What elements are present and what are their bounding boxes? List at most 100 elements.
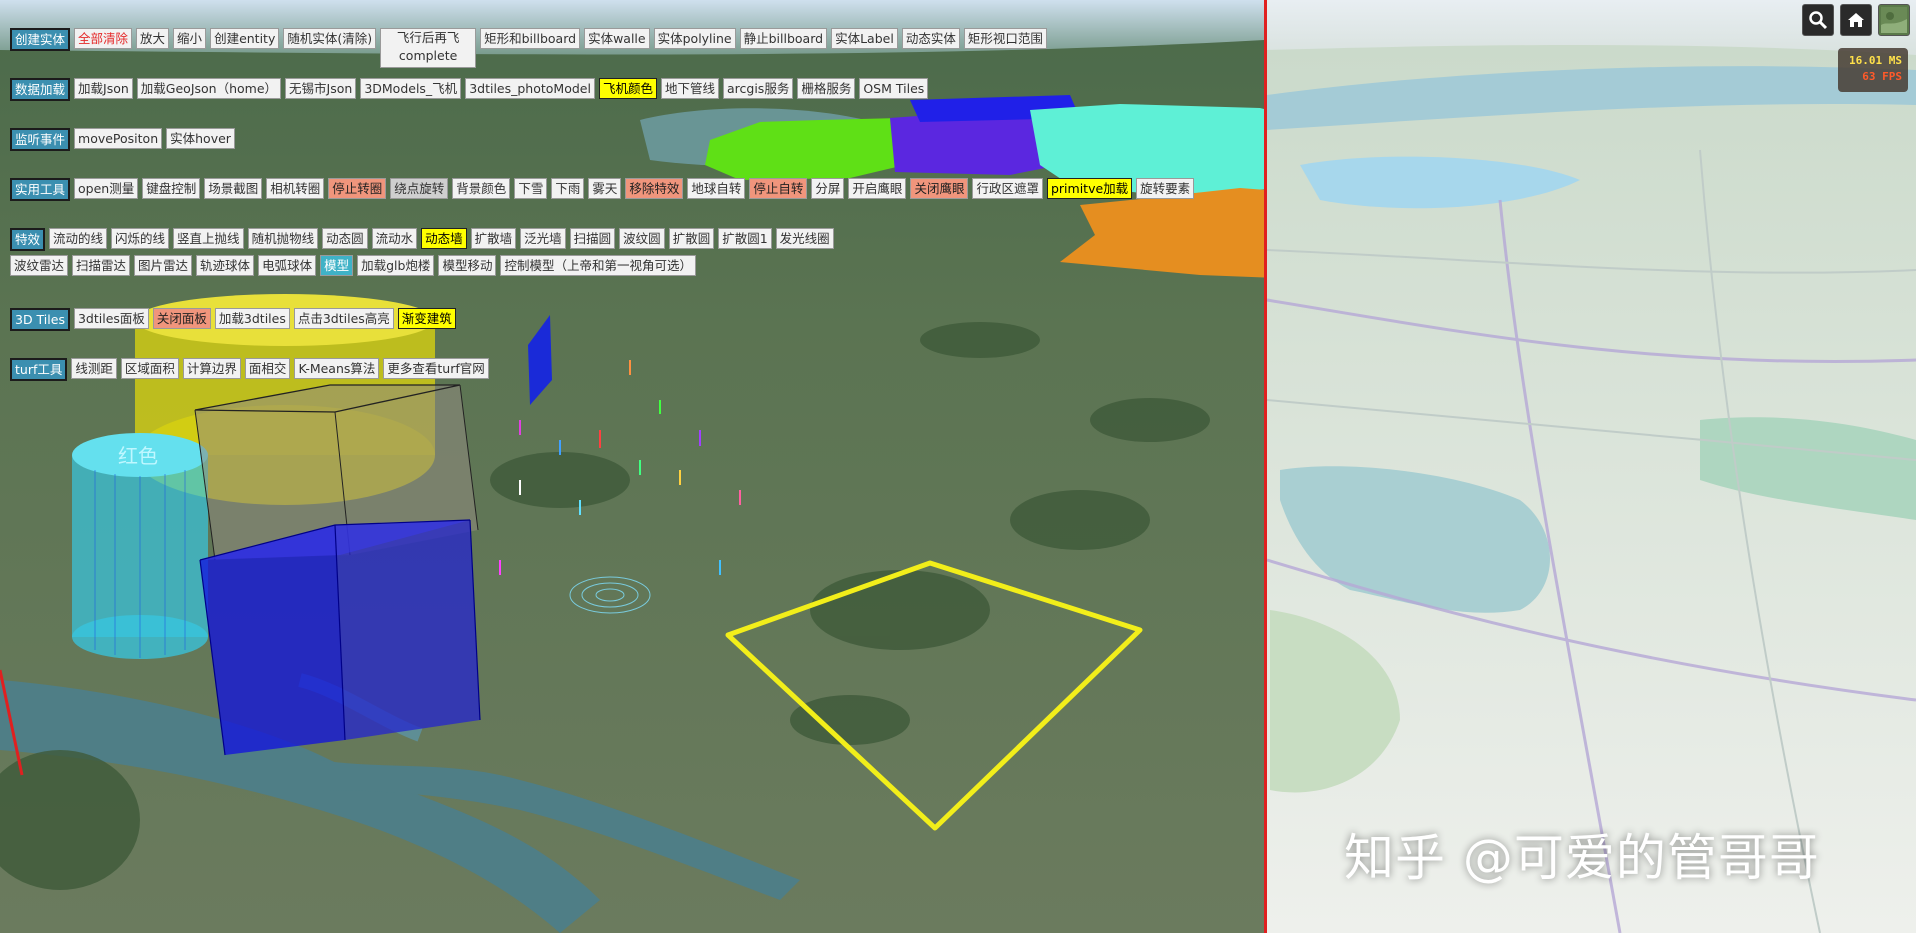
rectangle-billboard-button[interactable]: 矩形和billboard <box>480 28 581 49</box>
compute-bounds-button[interactable]: 计算边界 <box>182 358 241 379</box>
home-icon[interactable] <box>1840 4 1872 36</box>
earth-rotation-button[interactable]: 地球自转 <box>687 178 746 199</box>
rotate-feature-button[interactable]: 旋转要素 <box>1136 178 1195 199</box>
underground-pipeline-button[interactable]: 地下管线 <box>660 78 719 99</box>
load-glb-tower-button[interactable]: 加载glb炮楼 <box>357 255 435 276</box>
kmeans-button[interactable]: K-Means算法 <box>294 358 380 379</box>
row-label-effects: 特效 <box>10 228 46 251</box>
search-icon[interactable] <box>1802 4 1834 36</box>
open-overview-button[interactable]: 开启鹰眼 <box>848 178 907 199</box>
random-entity-button[interactable]: 随机实体(清除) <box>283 28 377 49</box>
load-3dtiles-button[interactable]: 加载3dtiles <box>214 308 290 329</box>
glow-coil-button[interactable]: 发光线圈 <box>775 228 834 249</box>
fps-readout: 63 FPS <box>1862 70 1902 83</box>
fog-button[interactable]: 雾天 <box>588 178 622 199</box>
fly-then-fly-button[interactable]: 飞行后再飞 complete <box>380 28 477 68</box>
district-mask-button[interactable]: 行政区遮罩 <box>972 178 1043 199</box>
move-position-button[interactable]: movePositon <box>74 128 163 149</box>
background-color-button[interactable]: 背景颜色 <box>452 178 511 199</box>
split-screen-button[interactable]: 分屏 <box>811 178 845 199</box>
diffuse-wall-button[interactable]: 扩散墙 <box>470 228 517 249</box>
airplane-color-button[interactable]: 飞机颜色 <box>598 78 657 99</box>
wuxi-json-button[interactable]: 无锡市Json <box>285 78 357 99</box>
create-entity-button[interactable]: 创建entity <box>210 28 280 49</box>
rain-button[interactable]: 下雨 <box>551 178 585 199</box>
diffuse-circle-1-button[interactable]: 扩散圆1 <box>718 228 772 249</box>
toolbar-row-turf: turf工具 线测距 区域面积 计算边界 面相交 K-Means算法 更多查看t… <box>10 358 1060 381</box>
zoom-out-button[interactable]: 缩小 <box>173 28 207 49</box>
load-geojson-home-button[interactable]: 加载GeoJson（home） <box>136 78 282 99</box>
area-measure-button[interactable]: 区域面积 <box>120 358 179 379</box>
split-screen-divider[interactable] <box>1264 0 1267 933</box>
primitive-load-button[interactable]: primitve加载 <box>1046 178 1133 199</box>
diffuse-circle-button[interactable]: 扩散圆 <box>668 228 715 249</box>
model-move-button[interactable]: 模型移动 <box>438 255 497 276</box>
stop-rotation-button[interactable]: 停止自转 <box>749 178 808 199</box>
dynamic-circle-button[interactable]: 动态圆 <box>322 228 368 249</box>
ms-readout: 16.01 MS <box>1849 54 1902 67</box>
open-measure-button[interactable]: open测量 <box>74 178 139 199</box>
performance-display: 16.01 MS 63 FPS <box>1838 48 1908 92</box>
close-panel-button[interactable]: 关闭面板 <box>152 308 211 329</box>
osm-tiles-button[interactable]: OSM Tiles <box>859 78 929 99</box>
trail-sphere-button[interactable]: 轨迹球体 <box>196 255 255 276</box>
clear-all-button[interactable]: 全部清除 <box>74 28 133 49</box>
3dtiles-panel-button[interactable]: 3dtiles面板 <box>73 308 149 329</box>
entity-label-button[interactable]: 实体Label <box>831 28 898 49</box>
3dmodels-airplane-button[interactable]: 3DModels_飞机 <box>360 78 462 99</box>
model-button[interactable]: 模型 <box>320 255 354 276</box>
row-label-data-loading: 数据加载 <box>10 78 71 101</box>
random-parabola-button[interactable]: 随机抛物线 <box>247 228 319 249</box>
toolbar-row-data-loading: 数据加载 加载Json 加载GeoJson（home） 无锡市Json 3DMo… <box>10 78 1060 101</box>
scene-screenshot-button[interactable]: 场景截图 <box>204 178 263 199</box>
row-label-turf: turf工具 <box>10 358 68 381</box>
entity-walle-button[interactable]: 实体walle <box>584 28 650 49</box>
arcgis-service-button[interactable]: arcgis服务 <box>723 78 794 99</box>
3dtiles-photomodel-button[interactable]: 3dtiles_photoModel <box>465 78 595 99</box>
ripple-radar-button[interactable]: 波纹雷达 <box>10 255 69 276</box>
gradient-building-button[interactable]: 渐变建筑 <box>397 308 456 329</box>
raster-service-button[interactable]: 栅格服务 <box>797 78 856 99</box>
row-label-utilities: 实用工具 <box>10 178 71 201</box>
camera-rotate-button[interactable]: 相机转圈 <box>266 178 325 199</box>
load-json-button[interactable]: 加载Json <box>74 78 133 99</box>
dynamic-wall-button[interactable]: 动态墙 <box>421 228 467 249</box>
top-right-widgets <box>1802 4 1910 36</box>
rectangle-viewport-button[interactable]: 矩形视口范围 <box>963 28 1047 49</box>
remove-effects-button[interactable]: 移除特效 <box>625 178 684 199</box>
toolbar-row-create-entity: 创建实体 全部清除 放大 缩小 创建entity 随机实体(清除) 飞行后再飞 … <box>10 28 1060 68</box>
dynamic-entity-button[interactable]: 动态实体 <box>901 28 960 49</box>
line-distance-button[interactable]: 线测距 <box>71 358 117 379</box>
zoom-in-button[interactable]: 放大 <box>136 28 170 49</box>
toolbar-row-3dtiles: 3D Tiles 3dtiles面板 关闭面板 加载3dtiles 点击3dti… <box>10 308 1060 331</box>
close-overview-button[interactable]: 关闭鹰眼 <box>910 178 969 199</box>
keyboard-control-button[interactable]: 键盘控制 <box>142 178 201 199</box>
scan-circle-button[interactable]: 扫描圆 <box>569 228 616 249</box>
flashing-line-button[interactable]: 闪烁的线 <box>111 228 170 249</box>
entity-polyline-button[interactable]: 实体polyline <box>653 28 736 49</box>
basemap-picker-icon[interactable] <box>1878 4 1910 36</box>
flowing-water-button[interactable]: 流动水 <box>371 228 418 249</box>
row-label-listen-events: 监听事件 <box>10 128 71 151</box>
flowing-line-button[interactable]: 流动的线 <box>49 228 108 249</box>
toolbar-row-effects: 特效 流动的线 闪烁的线 竖直上抛线 随机抛物线 动态圆 流动水 动态墙 扩散墙… <box>10 228 860 276</box>
toolbar-row-listen-events: 监听事件 movePositon 实体hover <box>10 128 1060 151</box>
scan-radar-button[interactable]: 扫描雷达 <box>72 255 131 276</box>
vertical-throw-line-button[interactable]: 竖直上抛线 <box>173 228 244 249</box>
cylinder-label: 红色 <box>118 444 158 468</box>
arc-sphere-button[interactable]: 电弧球体 <box>258 255 317 276</box>
polygon-intersect-button[interactable]: 面相交 <box>244 358 291 379</box>
row-label-create-entity: 创建实体 <box>10 28 71 51</box>
toolbar-row-utilities: 实用工具 open测量 键盘控制 场景截图 相机转圈 停止转圈 绕点旋转 背景颜… <box>10 178 1240 201</box>
turf-website-button[interactable]: 更多查看turf官网 <box>383 358 489 379</box>
control-model-button[interactable]: 控制模型（上帝和第一视角可选） <box>500 255 696 276</box>
glow-wall-button[interactable]: 泛光墙 <box>520 228 566 249</box>
image-radar-button[interactable]: 图片雷达 <box>134 255 193 276</box>
stop-rotate-button[interactable]: 停止转圈 <box>328 178 387 199</box>
click-3dtiles-highlight-button[interactable]: 点击3dtiles高亮 <box>293 308 394 329</box>
entity-hover-button[interactable]: 实体hover <box>166 128 235 149</box>
snow-button[interactable]: 下雪 <box>514 178 548 199</box>
ripple-circle-button[interactable]: 波纹圆 <box>619 228 665 249</box>
static-billboard-button[interactable]: 静止billboard <box>739 28 828 49</box>
rotate-around-point-button[interactable]: 绕点旋转 <box>390 178 449 199</box>
